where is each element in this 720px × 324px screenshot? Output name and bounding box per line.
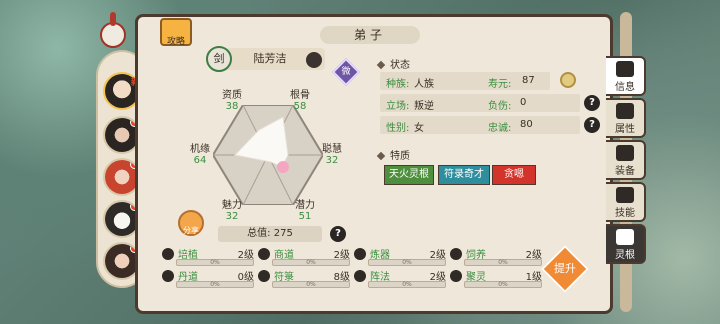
stat-zizhi: 资质 38 <box>210 86 254 112</box>
injury-label: 负伤: <box>488 101 512 112</box>
stat-meili: 魅力 32 <box>210 196 254 222</box>
loyalty-help-icon[interactable]: ? <box>584 117 600 133</box>
skill-icon <box>354 270 366 282</box>
total-label: 总值: <box>247 228 271 239</box>
skill-item[interactable]: 商道 2级 0% <box>258 246 352 268</box>
loyalty-label: 忠诚: <box>488 123 512 134</box>
life-value: 87 <box>522 75 535 86</box>
skill-icon <box>450 248 462 260</box>
traits-header: 特质 <box>378 147 410 162</box>
skill-icon <box>258 270 270 282</box>
injury-value: 0 <box>520 97 527 108</box>
page-title: 弟子 <box>320 26 420 44</box>
skill-icon <box>162 270 174 282</box>
trait-tag[interactable]: 符录奇才 <box>438 165 490 185</box>
scroll-knot-ornament <box>100 12 126 48</box>
coin-icon[interactable] <box>560 72 576 88</box>
total-number: 275 <box>273 228 293 239</box>
skills-grid: 培植 2级 0% 商道 2级 0% 炼器 2级 0% 饲养 2级 0% 丹道 0级 0% 符箓 8级 0… <box>158 244 542 294</box>
disciple-name: 陆芳洁 <box>253 52 287 65</box>
skill-item[interactable]: 符箓 8级 0% <box>258 268 352 290</box>
stat-label: 资质 <box>222 90 242 101</box>
stance-label: 立场: <box>386 101 410 112</box>
gender-label: 性别: <box>386 123 410 134</box>
guide-button[interactable]: 攻略 <box>160 18 192 47</box>
trait-tag[interactable]: 贪嗯 <box>492 165 536 185</box>
stat-gengu: 根骨 58 <box>278 86 322 112</box>
tab-label: 信息 <box>615 82 635 93</box>
scroll-icon <box>616 61 634 77</box>
tab-info[interactable]: 信息 <box>606 56 646 96</box>
skill-icon <box>450 270 462 282</box>
skill-item[interactable]: 炼器 2级 0% <box>354 246 448 268</box>
tab-spirit-root[interactable]: 灵根 <box>606 224 646 264</box>
stat-value: 64 <box>193 155 207 166</box>
skill-progress: 0% <box>464 281 542 288</box>
upgrade-label: 提升 <box>554 262 576 275</box>
skill-item[interactable]: 阵法 2级 0% <box>354 268 448 290</box>
spirit-root-icon <box>616 229 634 245</box>
sword-icon: 剑 <box>206 46 232 72</box>
stat-label: 聪慧 <box>322 144 342 155</box>
status-row <box>380 94 580 112</box>
stat-jiyuan: 机缘 64 <box>178 140 222 166</box>
attribute-radar <box>213 105 323 205</box>
skill-item[interactable]: 丹道 0级 0% <box>162 268 256 290</box>
race-value: 人族 <box>414 79 434 90</box>
stat-conghui: 聪慧 32 <box>310 140 354 166</box>
tab-label: 装备 <box>615 166 635 177</box>
trait-tag[interactable]: 天火灵根 <box>384 165 434 185</box>
stat-label: 根骨 <box>290 90 310 101</box>
total-value: 总值: 275 <box>218 226 322 242</box>
tab-skills[interactable]: 技能 <box>606 182 646 222</box>
loyalty-value: 80 <box>520 119 533 130</box>
status-header: 状态 <box>378 56 410 71</box>
stat-value: 58 <box>293 101 307 112</box>
skill-progress: 0% <box>176 281 254 288</box>
share-button[interactable]: 分享 <box>178 210 204 236</box>
stat-value: 51 <box>298 211 312 222</box>
skill-progress: 0% <box>272 281 350 288</box>
skill-progress: 0% <box>464 259 542 266</box>
tab-label: 属性 <box>615 124 635 135</box>
skill-item[interactable]: 聚灵 1级 0% <box>450 268 544 290</box>
stat-label: 魅力 <box>222 200 242 211</box>
stat-label: 潜力 <box>295 200 315 211</box>
stat-value: 38 <box>225 101 239 112</box>
stat-value: 32 <box>225 211 239 222</box>
stat-qianli: 潜力 51 <box>283 196 327 222</box>
guide-label: 攻略 <box>166 37 185 47</box>
skill-icon <box>258 248 270 260</box>
status-row <box>380 116 580 134</box>
skill-icon <box>162 248 174 260</box>
tab-equipment[interactable]: 装备 <box>606 140 646 180</box>
skill-icon <box>354 248 366 260</box>
weapon-char: 剑 <box>213 52 225 65</box>
skill-progress: 0% <box>176 259 254 266</box>
skill-item[interactable]: 培植 2级 0% <box>162 246 256 268</box>
tab-label: 技能 <box>615 208 635 219</box>
skill-item[interactable]: 饲养 2级 0% <box>450 246 544 268</box>
skill-progress: 0% <box>272 259 350 266</box>
figure-icon <box>616 103 634 119</box>
stat-value: 32 <box>325 155 339 166</box>
rename-icon[interactable] <box>306 52 322 68</box>
armor-icon <box>616 145 634 161</box>
tab-label: 灵根 <box>615 250 635 261</box>
race-label: 种族: <box>386 79 410 90</box>
book-icon <box>616 187 634 203</box>
gender-value: 女 <box>414 123 424 134</box>
tab-attributes[interactable]: 属性 <box>606 98 646 138</box>
share-label: 分享 <box>183 226 199 235</box>
skill-progress: 0% <box>368 281 446 288</box>
rank-char: 微 <box>341 67 351 77</box>
stats-help-icon[interactable]: ? <box>330 226 346 242</box>
stat-label: 机缘 <box>190 144 210 155</box>
injury-help-icon[interactable]: ? <box>584 95 600 111</box>
skill-progress: 0% <box>368 259 446 266</box>
life-label: 寿元: <box>488 79 512 90</box>
stance-value: 叛逆 <box>414 101 434 112</box>
